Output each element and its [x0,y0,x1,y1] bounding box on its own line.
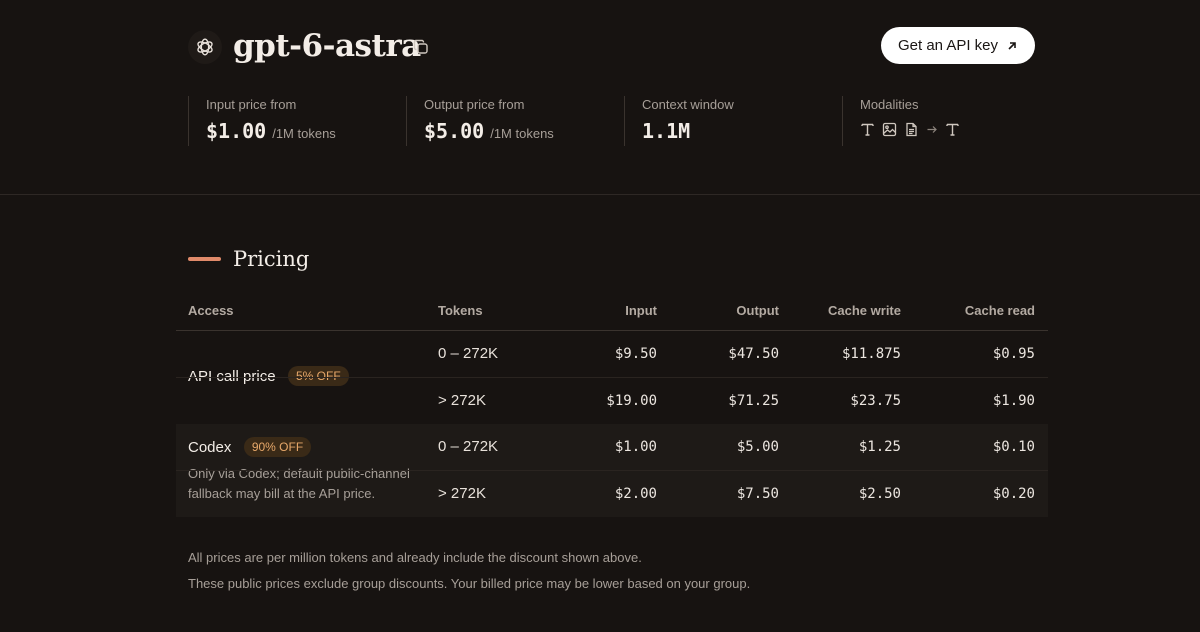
output-price-cell: $71.25 [728,393,779,409]
tokens-cell: > 272K [438,392,486,409]
column-header-access: Access [188,303,234,318]
pricing-group-codex: Codex 90% OFF Only via Codex; default pu… [176,424,1048,517]
output-price-cell: $47.50 [728,346,779,362]
tokens-cell: 0 – 272K [438,345,499,362]
cache-read-cell: $0.20 [992,486,1035,502]
openai-logo-icon [188,30,222,64]
stat-context-window: Context window 1.1M [624,96,842,146]
column-header-tokens: Tokens [438,303,483,318]
get-api-key-button[interactable]: Get an API key [881,27,1035,64]
arrow-right-icon [927,126,937,133]
stat-unit: /1M tokens [272,126,336,141]
model-stats: Input price from $1.00 /1M tokens Output… [188,96,1035,148]
pricing-group-api: API call price 5% OFF 0 – 272K $9.50 $47… [176,331,1048,424]
image-icon [882,122,897,137]
output-price-cell: $7.50 [736,486,779,502]
cache-read-cell: $1.90 [992,393,1035,409]
stat-unit: /1M tokens [490,126,554,141]
footnote: All prices are per million tokens and al… [188,550,642,565]
model-header: gpt-6-astra Get an API key [188,26,1035,66]
pricing-section-header: Pricing [188,244,309,274]
cache-write-cell: $2.50 [858,486,901,502]
cache-read-cell: $0.10 [992,439,1035,455]
stat-output-price: Output price from $5.00 /1M tokens [406,96,624,146]
tokens-cell: 0 – 272K [438,438,499,455]
footnote: These public prices exclude group discou… [188,576,751,591]
pricing-footnotes: All prices are per million tokens and al… [188,545,750,597]
section-title: Pricing [233,247,310,271]
copy-icon[interactable] [410,36,432,58]
input-price-cell: $19.00 [606,393,657,409]
stat-label: Context window [642,97,734,112]
stat-value: $5.00 [424,119,485,143]
model-page: gpt-6-astra Get an API key Input price f… [0,0,1200,632]
model-title: gpt-6-astra [233,28,421,64]
text-icon [861,123,874,136]
stat-input-price: Input price from $1.00 /1M tokens [188,96,406,146]
input-price-cell: $2.00 [614,486,657,502]
cache-write-cell: $1.25 [858,439,901,455]
table-row: 0 – 272K $1.00 $5.00 $1.25 $0.10 [176,424,1048,470]
stat-label: Input price from [206,97,297,112]
cache-write-cell: $11.875 [841,346,901,362]
pricing-table: Access Tokens Input Output Cache write C… [176,296,1048,517]
header-divider [0,194,1200,195]
stat-label: Output price from [424,97,525,112]
stat-label: Modalities [860,97,919,112]
text-icon [946,123,959,136]
tokens-cell: > 272K [438,485,486,502]
column-header-input: Input [625,303,657,318]
stat-value: 1.1M [642,119,691,143]
column-header-output: Output [736,303,779,318]
stat-value: $1.00 [206,119,267,143]
document-icon [906,122,917,137]
input-price-cell: $9.50 [614,346,657,362]
accent-bar [188,257,221,261]
arrow-up-right-icon [1008,41,1016,50]
table-header: Access Tokens Input Output Cache write C… [176,296,1048,331]
table-row: 0 – 272K $9.50 $47.50 $11.875 $0.95 [176,331,1048,377]
output-price-cell: $5.00 [736,439,779,455]
stat-modalities: Modalities [842,96,1035,146]
cache-write-cell: $23.75 [850,393,901,409]
cache-read-cell: $0.95 [992,346,1035,362]
table-row: > 272K $19.00 $71.25 $23.75 $1.90 [176,377,1048,424]
input-price-cell: $1.00 [614,439,657,455]
table-row: > 272K $2.00 $7.50 $2.50 $0.20 [176,470,1048,517]
get-api-key-label: Get an API key [897,37,999,54]
column-header-cache-read: Cache read [964,303,1035,318]
column-header-cache-write: Cache write [828,303,901,318]
